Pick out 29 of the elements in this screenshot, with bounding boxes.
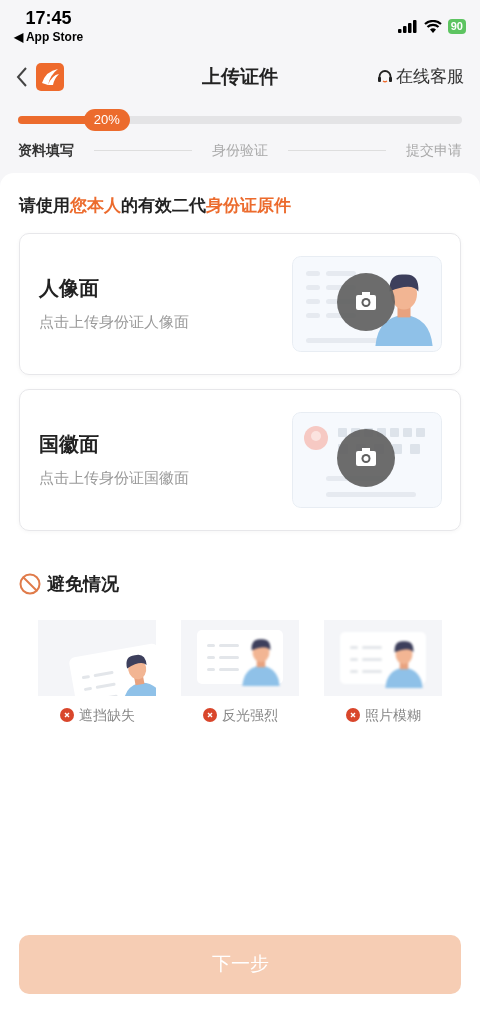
wifi-icon: [423, 19, 442, 33]
page-title: 上传证件: [202, 64, 278, 89]
id-upload-card[interactable]: 国徽面 点击上传身份证国徽面: [19, 388, 461, 531]
error-icon: [202, 708, 217, 722]
upload-card-hint: 点击上传身份证人像面: [39, 312, 189, 333]
avoid-label: 反光强烈: [221, 705, 278, 725]
step-label: 提交申请: [406, 141, 462, 160]
battery-indicator: 90: [447, 18, 466, 34]
avoid-section-title: 避免情况: [47, 572, 119, 596]
id-upload-card[interactable]: 人像面 点击上传身份证人像面: [19, 232, 461, 375]
prohibited-icon: [19, 573, 41, 595]
error-icon: [59, 708, 74, 722]
signal-icon: [397, 19, 418, 33]
avoid-label: 遮挡缺失: [78, 705, 135, 725]
back-icon[interactable]: [16, 66, 28, 88]
step-label: 身份验证: [212, 141, 268, 160]
step-label: 资料填写: [18, 141, 74, 160]
customer-service-button[interactable]: 在线客服: [377, 64, 464, 90]
upload-card-title: 人像面: [39, 276, 100, 302]
status-time: 17:45: [25, 8, 72, 28]
instruction-heading: 请使用您本人的有效二代身份证原件: [19, 195, 292, 217]
progress-percentage: 20%: [83, 109, 130, 131]
upload-card-title: 国徽面: [39, 432, 100, 458]
upload-card-hint: 点击上传身份证国徽面: [39, 468, 189, 489]
back-to-app-link[interactable]: ◀ App Store: [14, 28, 84, 46]
avoid-label: 照片模糊: [364, 705, 421, 725]
app-logo-icon: [36, 63, 64, 91]
headset-icon: [377, 69, 393, 85]
error-icon: [345, 708, 360, 722]
